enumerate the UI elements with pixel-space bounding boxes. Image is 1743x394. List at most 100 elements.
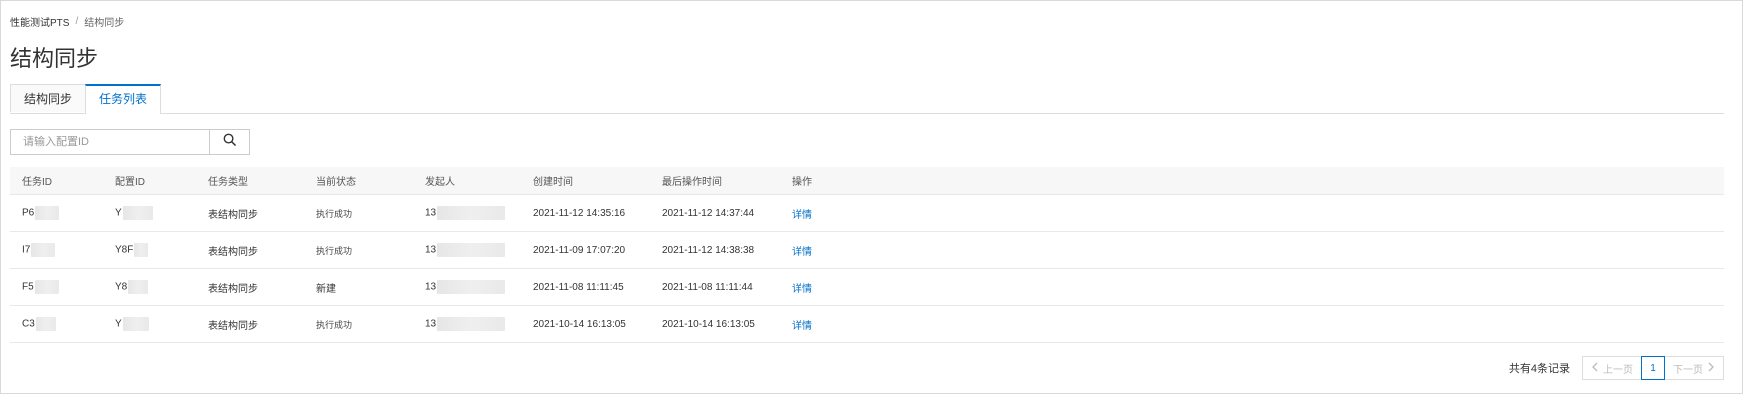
config-id-cell: Y <box>115 305 208 343</box>
created-time: 2021-11-12 14:35:16 <box>533 194 662 232</box>
app-frame: 性能测试PTS / 结构同步 结构同步 结构同步 任务列表 请输入配置ID 任务… <box>0 0 1743 394</box>
status-cell: 新建 <box>316 268 425 306</box>
pagination: 共有4条记录 上一页 1 下一页 <box>1509 356 1724 380</box>
created-time: 2021-11-09 17:07:20 <box>533 231 662 269</box>
redaction-mask <box>437 206 506 220</box>
column-header: 最后操作时间 <box>662 167 792 195</box>
status-text: 执行成功 <box>316 208 353 219</box>
task-id: C3 <box>22 318 35 330</box>
breadcrumb-root[interactable]: 性能测试PTS <box>10 14 69 29</box>
redaction-mask <box>35 317 56 331</box>
table-row: F5 Y8 表结构同步 新建 13 2021-11-08 11:11:45 20… <box>10 268 1724 306</box>
task-table: 任务ID 配置ID 任务类型 当前状态 发起人 创建时间 最后操作时间 操作 P… <box>10 167 1724 343</box>
config-id-cell: Y8 <box>115 268 208 306</box>
prev-page-button[interactable]: 上一页 <box>1582 356 1642 380</box>
config-id: Y8F <box>115 244 134 256</box>
breadcrumb-current: 结构同步 <box>84 18 125 29</box>
task-id: F5 <box>22 281 34 293</box>
initiator-cell: 13 <box>425 305 533 343</box>
next-page-button[interactable]: 下一页 <box>1664 356 1724 380</box>
tab-structure-sync[interactable]: 结构同步 <box>10 84 87 112</box>
task-type: 表结构同步 <box>208 231 316 269</box>
redaction-mask <box>437 317 506 331</box>
table-row: P6 Y 表结构同步 执行成功 13 2021-11-12 14:35:16 2… <box>10 194 1724 232</box>
initiator-cell: 13 <box>425 194 533 232</box>
redaction-mask <box>437 243 506 257</box>
initiator-cell: 13 <box>425 231 533 269</box>
search-icon <box>223 133 236 151</box>
redaction-mask <box>122 317 149 331</box>
action-cell: 详情 <box>792 231 1724 269</box>
created-time: 2021-11-08 11:11:45 <box>533 268 662 306</box>
detail-link[interactable]: 详情 <box>792 247 812 258</box>
chevron-right-icon <box>1707 362 1715 375</box>
task-type: 表结构同步 <box>208 194 316 232</box>
chevron-left-icon <box>1591 362 1599 375</box>
status-text: 执行成功 <box>316 319 353 330</box>
config-id: Y <box>115 318 122 330</box>
action-cell: 详情 <box>792 268 1724 306</box>
column-header: 创建时间 <box>533 167 662 195</box>
status-text: 新建 <box>316 283 336 295</box>
task-id-cell: C3 <box>10 305 115 343</box>
redaction-mask <box>134 243 149 257</box>
initiator: 13 <box>425 318 437 330</box>
table-header-row: 任务ID 配置ID 任务类型 当前状态 发起人 创建时间 最后操作时间 操作 <box>10 167 1724 195</box>
initiator-cell: 13 <box>425 268 533 306</box>
task-id-cell: F5 <box>10 268 115 306</box>
redaction-mask <box>35 206 60 220</box>
status-cell: 执行成功 <box>316 305 425 343</box>
last-op-time: 2021-10-14 16:13:05 <box>662 305 792 343</box>
config-id: Y8 <box>115 281 128 293</box>
breadcrumb-separator: / <box>75 16 79 27</box>
config-id-cell: Y <box>115 194 208 232</box>
column-header: 配置ID <box>115 167 208 195</box>
prev-page-label: 上一页 <box>1603 364 1633 376</box>
page-title: 结构同步 <box>10 46 99 71</box>
redaction-mask <box>122 206 153 220</box>
next-page-label: 下一页 <box>1673 364 1703 376</box>
redaction-mask <box>128 280 149 294</box>
last-op-time: 2021-11-08 11:11:44 <box>662 268 792 306</box>
task-id-cell: I7 <box>10 231 115 269</box>
config-id-cell: Y8F <box>115 231 208 269</box>
task-id: P6 <box>22 207 35 219</box>
task-id-cell: P6 <box>10 194 115 232</box>
task-id: I7 <box>22 244 31 256</box>
page-number-current[interactable]: 1 <box>1641 356 1665 380</box>
detail-link[interactable]: 详情 <box>792 284 812 295</box>
last-op-time: 2021-11-12 14:38:38 <box>662 231 792 269</box>
redaction-mask <box>437 280 506 294</box>
tab-task-list[interactable]: 任务列表 <box>85 84 162 114</box>
redaction-mask <box>34 280 59 294</box>
status-cell: 执行成功 <box>316 194 425 232</box>
breadcrumb: 性能测试PTS / 结构同步 <box>10 14 124 29</box>
task-type: 表结构同步 <box>208 268 316 306</box>
search-button[interactable] <box>210 129 250 155</box>
initiator: 13 <box>425 207 437 219</box>
status-text: 执行成功 <box>316 245 353 256</box>
created-time: 2021-10-14 16:13:05 <box>533 305 662 343</box>
search-bar <box>10 129 250 155</box>
initiator: 13 <box>425 281 437 293</box>
column-header: 任务ID <box>10 167 115 195</box>
config-id: Y <box>115 207 122 219</box>
column-header: 操作 <box>792 167 1724 195</box>
action-cell: 详情 <box>792 194 1724 232</box>
table-row: I7 Y8F 表结构同步 执行成功 13 2021-11-09 17:07:20… <box>10 231 1724 269</box>
total-records: 共有4条记录 <box>1508 363 1570 375</box>
action-cell: 详情 <box>792 305 1724 343</box>
initiator: 13 <box>425 244 437 256</box>
last-op-time: 2021-11-12 14:37:44 <box>662 194 792 232</box>
column-header: 当前状态 <box>316 167 425 195</box>
status-cell: 执行成功 <box>316 231 425 269</box>
redaction-mask <box>31 243 56 257</box>
column-header: 发起人 <box>425 167 533 195</box>
detail-link[interactable]: 详情 <box>792 210 812 221</box>
detail-link[interactable]: 详情 <box>792 321 812 332</box>
search-input[interactable] <box>10 129 210 155</box>
task-type: 表结构同步 <box>208 305 316 343</box>
tab-bar: 结构同步 任务列表 <box>10 84 1724 114</box>
table-row: C3 Y 表结构同步 执行成功 13 2021-10-14 16:13:05 2… <box>10 305 1724 343</box>
column-header: 任务类型 <box>208 167 316 195</box>
